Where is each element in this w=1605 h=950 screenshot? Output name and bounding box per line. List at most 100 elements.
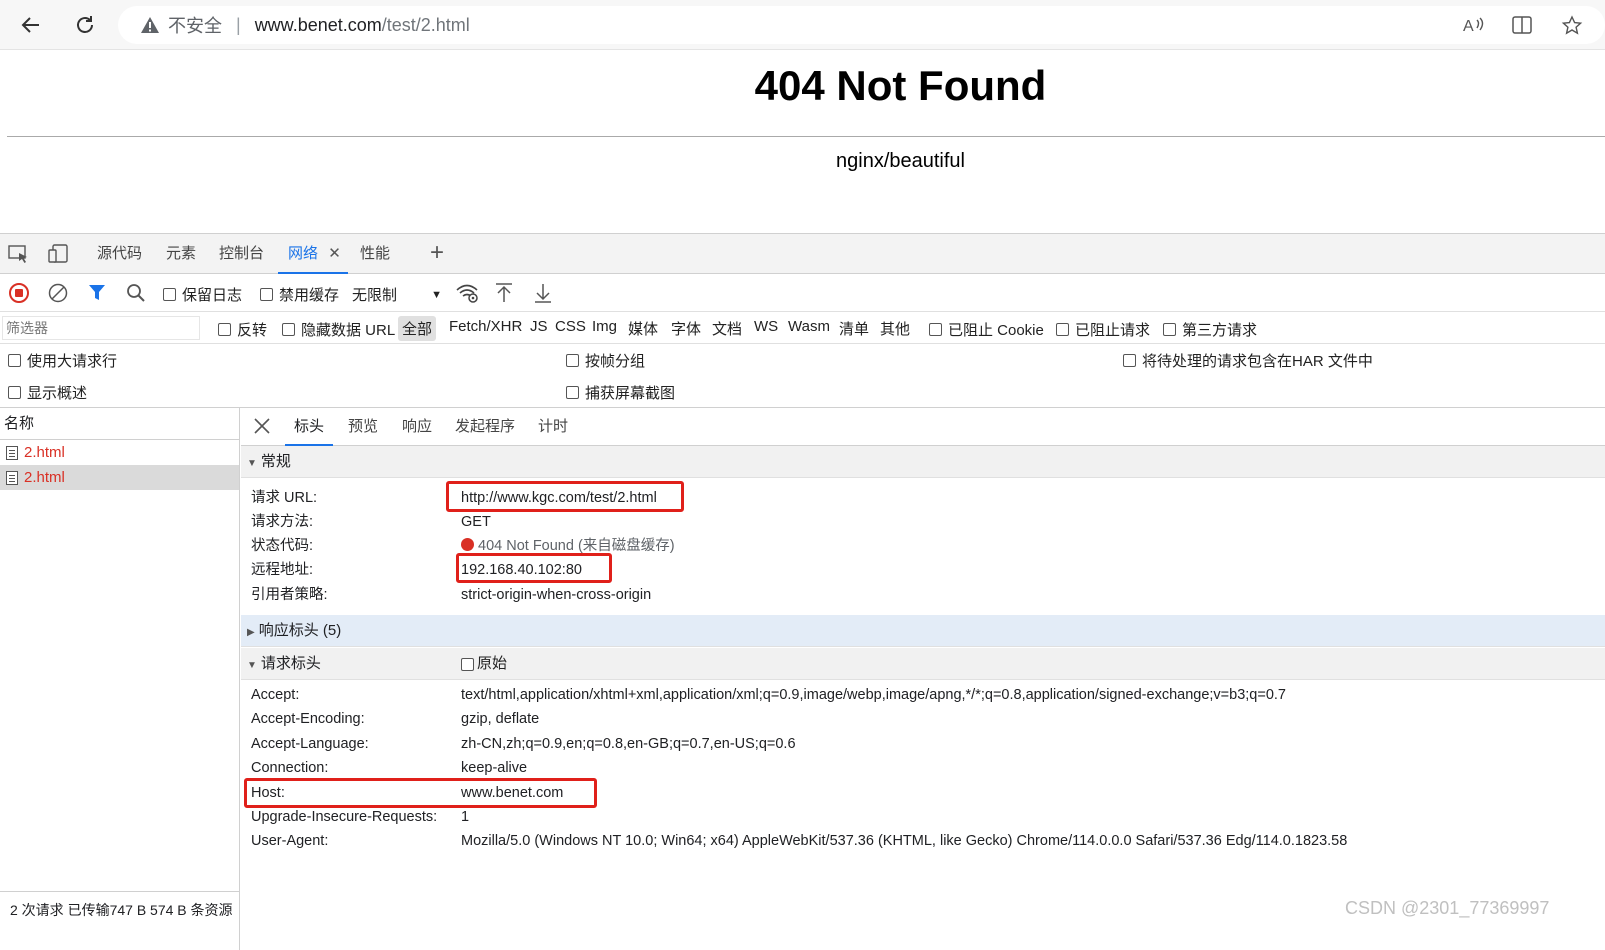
blocked-requests-checkbox[interactable]: 已阻止请求 [1056,319,1150,340]
disable-cache-label: 禁用缓存 [279,287,340,304]
filter-type-doc[interactable]: 文档 [712,318,742,339]
detail-tab-bar: 标头 预览 响应 发起程序 计时 [241,408,1605,446]
reload-icon[interactable] [68,8,102,42]
include-pending-har-label: 将待处理的请求包含在HAR 文件中 [1142,353,1373,370]
header-key: 状态代码: [251,538,314,554]
tab-console[interactable]: 控制台 [219,234,264,274]
header-row: Accept: text/html,application/xhtml+xml,a… [251,687,1286,703]
third-party-checkbox[interactable]: 第三方请求 [1163,319,1257,340]
import-har-icon[interactable] [494,282,514,307]
read-aloud-icon[interactable]: A [1456,8,1490,42]
network-conditions-icon[interactable] [455,282,479,307]
tab-timing[interactable]: 计时 [538,408,568,446]
expanded-arrow-icon: ▼ [247,660,257,671]
split-screen-icon[interactable] [1505,8,1539,42]
filter-type-img[interactable]: Img [592,318,617,335]
checkbox[interactable] [8,386,21,399]
header-row: Accept-Encoding: gzip, deflate [251,711,539,727]
blocked-cookies-checkbox[interactable]: 已阻止 Cookie [929,319,1044,340]
filter-type-css[interactable]: CSS [555,318,586,335]
request-list-header[interactable]: 名称 [0,408,239,440]
general-section-header[interactable]: ▼ 常规 [241,446,1605,478]
header-value: GET [461,514,491,530]
filter-type-media[interactable]: 媒体 [628,318,658,339]
blocked-requests-label: 已阻止请求 [1075,322,1151,339]
back-icon[interactable] [14,8,48,42]
hide-data-urls-checkbox[interactable]: 隐藏数据 URL [282,319,395,340]
filter-type-font[interactable]: 字体 [671,318,701,339]
header-key: 请求方法: [251,514,314,530]
request-detail-pane: 标头 预览 响应 发起程序 计时 ▼ 常规 请求 URL: http://www.k… [241,408,1605,950]
export-har-icon[interactable] [533,282,553,307]
invert-checkbox[interactable]: 反转 [218,319,267,340]
filter-type-manifest[interactable]: 清单 [839,318,869,339]
svg-text:A: A [1463,18,1474,35]
tab-elements[interactable]: 元素 [166,234,196,274]
checkbox[interactable] [566,354,579,367]
dropdown-arrow-icon: ▼ [431,288,442,301]
request-row-selected[interactable]: 2.html [0,465,239,490]
url-host: www.benet.com [254,14,382,35]
close-detail-icon[interactable] [253,417,271,438]
filter-type-all[interactable]: 全部 [398,316,437,341]
filter-input[interactable]: 筛选器 [2,316,200,340]
address-bar[interactable]: 不安全 | www.benet.com/test/2.html [118,6,1605,44]
tab-initiator[interactable]: 发起程序 [455,408,515,446]
capture-screenshots-label: 捕获屏幕截图 [585,385,676,402]
capture-screenshots-checkbox[interactable]: 捕获屏幕截图 [566,382,675,403]
favorite-star-icon[interactable] [1555,8,1589,42]
tab-preview[interactable]: 预览 [348,408,378,446]
tab-response[interactable]: 响应 [402,408,432,446]
checkbox[interactable] [929,323,942,336]
search-icon[interactable] [126,283,146,306]
header-key: Upgrade-Insecure-Requests: [251,809,438,825]
response-headers-section-header[interactable]: ▶ 响应标头 (5) [241,615,1605,647]
filter-type-other[interactable]: 其他 [880,318,910,339]
request-headers-section-header[interactable]: ▼ 请求标头 原始 [241,648,1605,680]
checkbox[interactable] [1056,323,1069,336]
disable-cache-checkbox[interactable]: 禁用缓存 [260,284,339,305]
device-toolbar-icon[interactable] [48,244,70,267]
header-value: 404 Not Found (来自磁盘缓存) [478,538,675,554]
checkbox[interactable] [1163,323,1176,336]
checkbox[interactable] [1123,354,1136,367]
checkbox[interactable] [163,288,176,301]
address-separator: | [236,14,241,35]
preserve-log-checkbox[interactable]: 保留日志 [163,284,242,305]
tab-headers[interactable]: 标头 [285,408,334,446]
warning-icon [141,17,159,33]
include-pending-har-checkbox[interactable]: 将待处理的请求包含在HAR 文件中 [1123,350,1373,371]
tab-network[interactable]: 网络 ✕ [278,234,348,274]
filter-type-fetch-xhr[interactable]: Fetch/XHR [449,318,522,335]
filter-icon[interactable] [88,284,106,305]
request-name: 2.html [24,469,65,486]
clear-icon[interactable] [48,283,68,306]
insecure-label[interactable]: 不安全 [168,12,222,38]
annotation-box-url [446,481,684,512]
checkbox[interactable] [461,657,474,671]
filter-type-wasm[interactable]: Wasm [788,318,830,335]
show-overview-checkbox[interactable]: 显示概述 [8,382,87,403]
close-tab-icon[interactable]: ✕ [328,245,341,262]
record-stop-icon[interactable] [9,283,29,306]
big-rows-checkbox[interactable]: 使用大请求行 [8,350,117,371]
filter-type-ws[interactable]: WS [754,318,778,335]
checkbox[interactable] [8,354,21,367]
tab-performance[interactable]: 性能 [360,234,390,274]
checkbox[interactable] [282,323,295,336]
raw-checkbox[interactable]: 原始 [461,648,507,680]
checkbox[interactable] [260,288,273,301]
group-by-frame-checkbox[interactable]: 按帧分组 [566,350,645,371]
watermark: CSDN @2301_77369997 [1345,898,1550,918]
checkbox[interactable] [566,386,579,399]
third-party-label: 第三方请求 [1182,322,1258,339]
add-tab-icon[interactable]: + [430,234,444,274]
checkbox[interactable] [218,323,231,336]
request-row[interactable]: 2.html [0,440,239,465]
filter-type-js[interactable]: JS [530,318,548,335]
inspect-element-icon[interactable] [8,244,30,267]
throttling-select[interactable]: 无限制 ▼ [352,284,442,305]
tab-sources[interactable]: 源代码 [97,234,142,274]
request-list: 名称 2.html 2.html [0,408,240,950]
blocked-cookies-label: 已阻止 Cookie [948,322,1044,339]
